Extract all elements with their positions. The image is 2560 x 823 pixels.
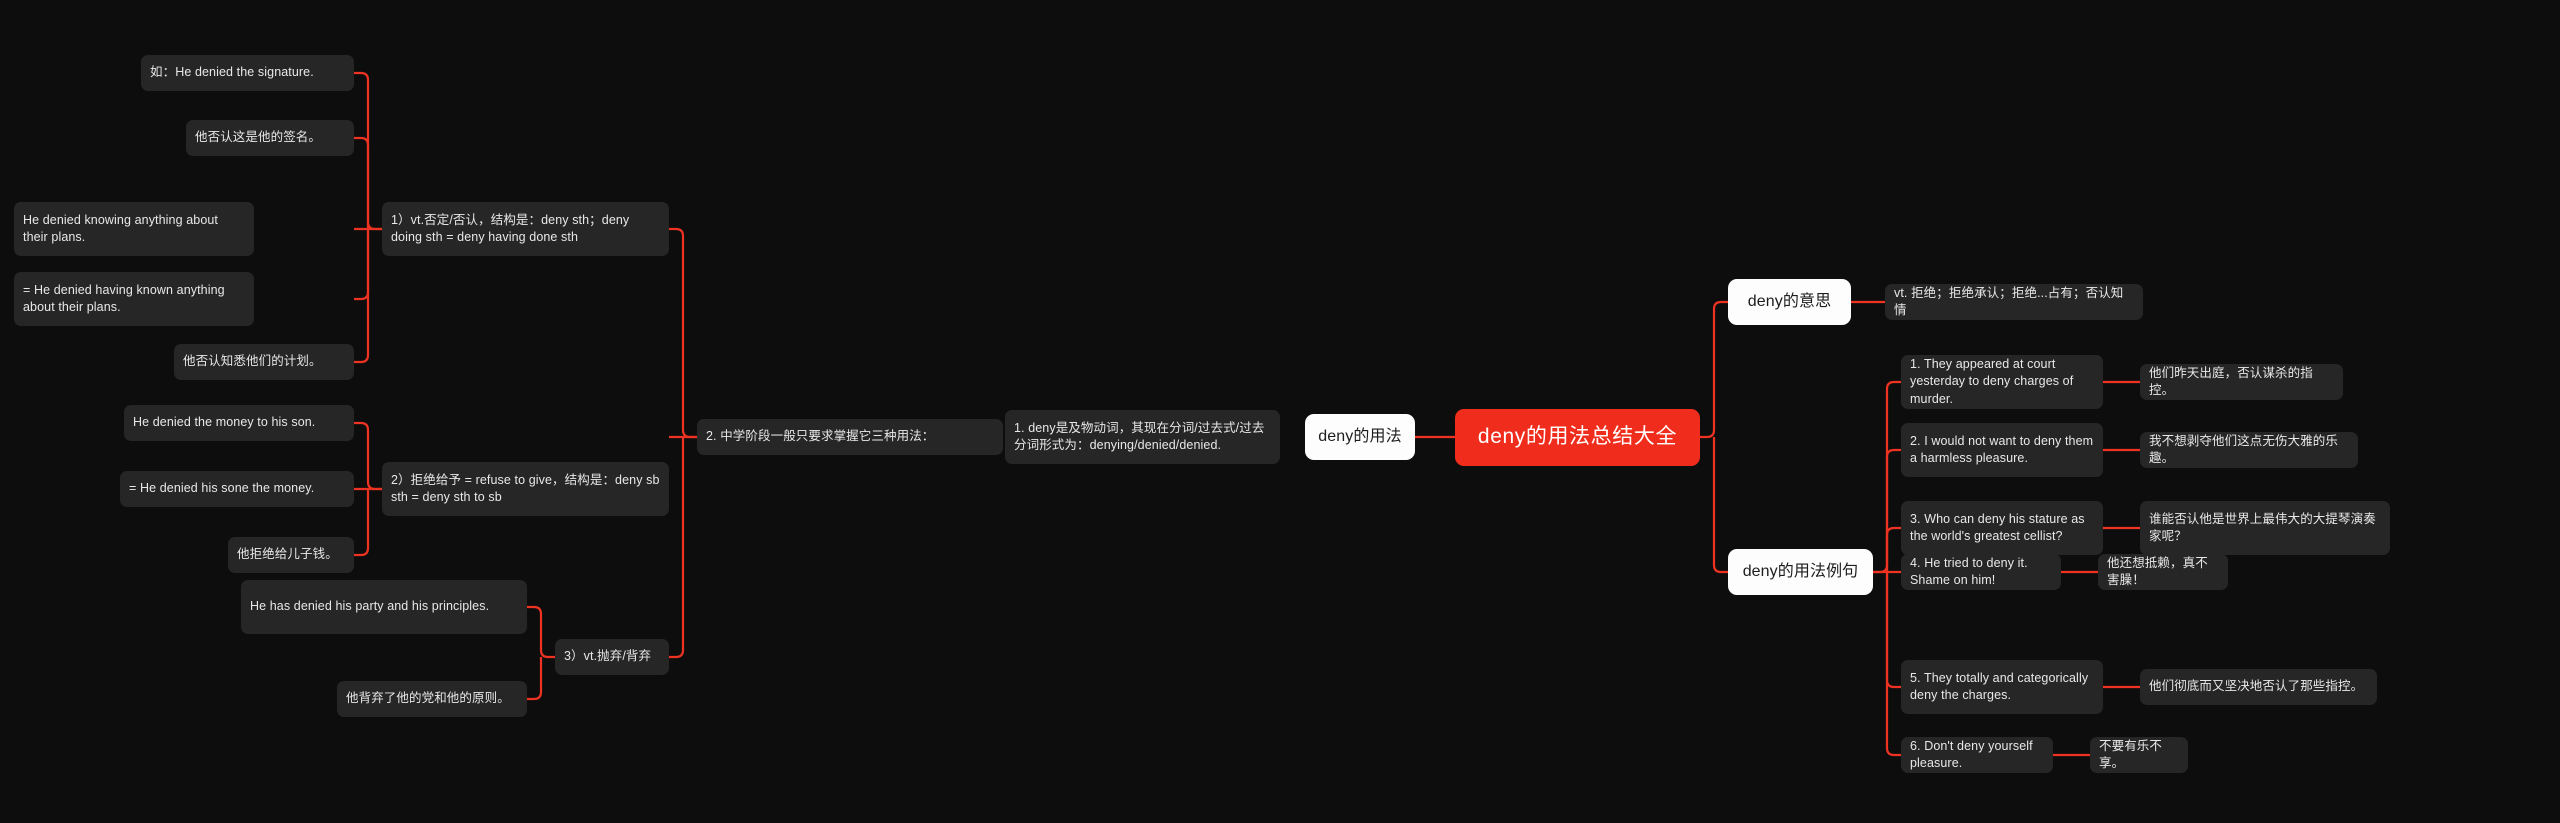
example-4-en-label: 4. He tried to deny it. Shame on him! xyxy=(1910,555,2032,587)
example-3-en-label: 3. Who can deny his stature as the world… xyxy=(1910,511,2089,543)
mindmap-canvas: deny的用法总结大全 deny的用法 2. 中学阶段一般只要求掌握它三种用法：… xyxy=(0,0,2560,823)
node-usage1-item-1-label: 如：He denied the signature. xyxy=(150,65,314,80)
link-spine-usage1 xyxy=(669,227,697,439)
link-u3-c1 xyxy=(527,605,555,659)
node-three-usages[interactable]: 2. 中学阶段一般只要求掌握它三种用法： xyxy=(697,419,1003,455)
node-usage1-item-4[interactable]: = He denied having known anything about … xyxy=(14,272,254,326)
example-4-en[interactable]: 4. He tried to deny it. Shame on him! xyxy=(1901,554,2061,590)
branch-examples-label: deny的用法例句 xyxy=(1742,562,1859,580)
branch-usage-label: deny的用法 xyxy=(1318,427,1402,445)
example-1-zh[interactable]: 他们昨天出庭，否认谋杀的指控。 xyxy=(2140,364,2343,400)
example-5-en-label: 5. They totally and categorically deny t… xyxy=(1910,670,2092,702)
example-5-en[interactable]: 5. They totally and categorically deny t… xyxy=(1901,660,2103,714)
link-ex-6 xyxy=(1885,572,1901,757)
node-usage3-item-2[interactable]: 他背弃了他的党和他的原则。 xyxy=(337,681,527,717)
link-u1-c2 xyxy=(354,136,370,229)
example-2-zh[interactable]: 我不想剥夺他们这点无伤大雅的乐趣。 xyxy=(2140,432,2358,468)
node-usage2-label: 2）拒绝给予 = refuse to give，结构是：deny sb sth … xyxy=(391,472,664,504)
link-u1-c5 xyxy=(354,229,370,364)
node-usage1-item-5-label: 他否认知悉他们的计划。 xyxy=(183,354,322,369)
node-usage3-item-1[interactable]: He has denied his party and his principl… xyxy=(241,580,527,634)
node-usage2[interactable]: 2）拒绝给予 = refuse to give，结构是：deny sb sth … xyxy=(382,462,669,516)
node-meaning-text[interactable]: vt. 拒绝；拒绝承认；拒绝...占有；否认知情 xyxy=(1885,284,2143,320)
branch-usage[interactable]: deny的用法 xyxy=(1305,414,1415,460)
node-usage1-item-4-label: = He denied having known anything about … xyxy=(23,282,229,314)
node-usage1-item-1[interactable]: 如：He denied the signature. xyxy=(141,55,354,91)
link-ex-1 xyxy=(1873,380,1901,574)
node-usage1-item-2-label: 他否认这是他的签名。 xyxy=(195,130,322,145)
link-u1-c4 xyxy=(354,229,370,301)
root-node[interactable]: deny的用法总结大全 xyxy=(1455,409,1700,466)
example-2-en[interactable]: 2. I would not want to deny them a harml… xyxy=(1901,423,2103,477)
example-4-zh[interactable]: 他还想抵赖，真不害臊！ xyxy=(2098,554,2228,590)
node-usage2-item-3[interactable]: 他拒绝给儿子钱。 xyxy=(228,537,354,573)
example-2-en-label: 2. I would not want to deny them a harml… xyxy=(1910,433,2097,465)
example-1-zh-label: 他们昨天出庭，否认谋杀的指控。 xyxy=(2149,365,2313,397)
root-node-label: deny的用法总结大全 xyxy=(1477,425,1678,449)
branch-meaning-label: deny的意思 xyxy=(1747,292,1832,310)
example-6-en[interactable]: 6. Don't deny yourself pleasure. xyxy=(1901,737,2053,773)
node-usage2-item-1[interactable]: He denied the money to his son. xyxy=(124,405,354,441)
node-usage3-label: 3）vt.抛弃/背弃 xyxy=(564,649,652,664)
example-6-zh[interactable]: 不要有乐不享。 xyxy=(2090,737,2188,773)
node-usage2-item-2-label: = He denied his sone the money. xyxy=(129,481,315,496)
link-ex-5 xyxy=(1885,572,1901,689)
link-u2-c1 xyxy=(354,421,382,491)
link-u3-c2 xyxy=(527,657,543,701)
example-3-zh[interactable]: 谁能否认他是世界上最伟大的大提琴演奏家呢？ xyxy=(2140,501,2390,555)
example-5-zh[interactable]: 他们彻底而又坚决地否认了那些指控。 xyxy=(2140,669,2377,705)
link-spine-usage3 xyxy=(668,437,685,659)
example-1-en[interactable]: 1. They appeared at court yesterday to d… xyxy=(1901,355,2103,409)
node-usage1-label: 1）vt.否定/否认，结构是：deny sth；deny doing sth =… xyxy=(391,212,633,244)
node-three-usages-label: 2. 中学阶段一般只要求掌握它三种用法： xyxy=(706,429,935,444)
node-usage3-item-2-label: 他背弃了他的党和他的原则。 xyxy=(346,691,510,706)
example-4-zh-label: 他还想抵赖，真不害臊！ xyxy=(2107,555,2208,587)
example-5-zh-label: 他们彻底而又坚决地否认了那些指控。 xyxy=(2149,679,2364,694)
example-6-en-label: 6. Don't deny yourself pleasure. xyxy=(1910,738,2037,770)
link-ex-3 xyxy=(1885,526,1901,572)
branch-examples[interactable]: deny的用法例句 xyxy=(1728,549,1873,595)
example-2-zh-label: 我不想剥夺他们这点无伤大雅的乐趣。 xyxy=(2149,433,2339,465)
node-usage1-item-5[interactable]: 他否认知悉他们的计划。 xyxy=(174,344,354,380)
node-usage1-item-2[interactable]: 他否认这是他的签名。 xyxy=(186,120,354,156)
link-u1-c1 xyxy=(354,71,382,231)
example-6-zh-label: 不要有乐不享。 xyxy=(2099,738,2163,770)
example-3-en[interactable]: 3. Who can deny his stature as the world… xyxy=(1901,501,2103,555)
node-usage2-item-2[interactable]: = He denied his sone the money. xyxy=(120,471,354,507)
example-3-zh-label: 谁能否认他是世界上最伟大的大提琴演奏家呢？ xyxy=(2149,511,2376,543)
node-usage2-item-1-label: He denied the money to his son. xyxy=(133,415,316,430)
node-usage3-item-1-label: He has denied his party and his principl… xyxy=(250,599,490,614)
node-usage1[interactable]: 1）vt.否定/否认，结构是：deny sth；deny doing sth =… xyxy=(382,202,669,256)
node-usage1-item-3[interactable]: He denied knowing anything about their p… xyxy=(14,202,254,256)
example-1-en-label: 1. They appeared at court yesterday to d… xyxy=(1910,357,2077,406)
link-u2-c3 xyxy=(354,489,370,557)
node-meaning-text-label: vt. 拒绝；拒绝承认；拒绝...占有；否认知情 xyxy=(1894,285,2124,317)
node-usage3[interactable]: 3）vt.抛弃/背弃 xyxy=(555,639,669,675)
node-grammar-note[interactable]: 1. deny是及物动词，其现在分词/过去式/过去分词形式为：denying/d… xyxy=(1005,410,1280,464)
link-root-to-examples xyxy=(1712,437,1728,574)
branch-meaning[interactable]: deny的意思 xyxy=(1728,279,1851,325)
node-grammar-note-label: 1. deny是及物动词，其现在分词/过去式/过去分词形式为：denying/d… xyxy=(1014,420,1265,452)
link-root-to-meaning xyxy=(1700,300,1728,439)
node-usage2-item-3-label: 他拒绝给儿子钱。 xyxy=(237,547,338,562)
link-ex-2 xyxy=(1885,448,1901,572)
node-usage1-item-3-label: He denied knowing anything about their p… xyxy=(23,212,222,244)
